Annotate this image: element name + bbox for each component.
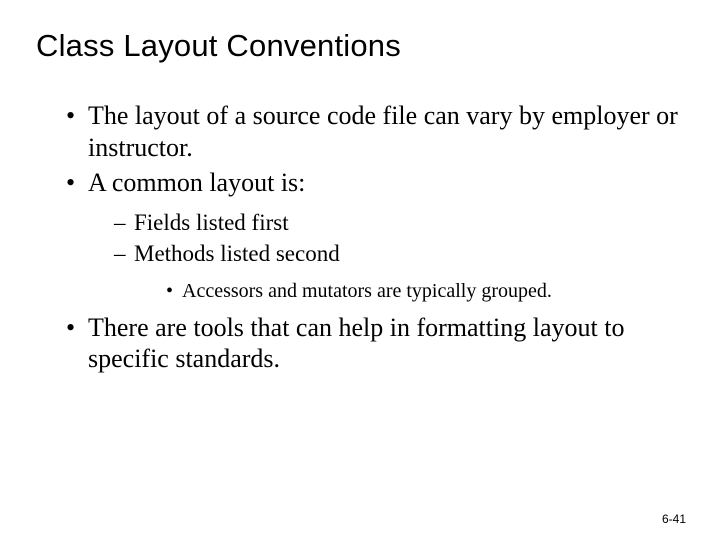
bullet-text: There are tools that can help in formatt…	[88, 313, 624, 374]
sub-bullet-item: Methods listed second Accessors and muta…	[114, 240, 684, 304]
sub-bullet-item: Fields listed first	[114, 209, 684, 238]
slide-number: 6-41	[662, 512, 686, 526]
bullet-item: There are tools that can help in formatt…	[66, 312, 684, 375]
slide-title: Class Layout Conventions	[36, 28, 684, 64]
sub-bullet-list: Fields listed first Methods listed secon…	[88, 209, 684, 304]
subsub-bullet-list: Accessors and mutators are typically gro…	[134, 279, 684, 304]
bullet-text: A common layout is:	[88, 168, 305, 197]
sub-bullet-text: Methods listed second	[134, 241, 340, 266]
slide: Class Layout Conventions The layout of a…	[0, 0, 720, 540]
subsub-bullet-text: Accessors and mutators are typically gro…	[182, 280, 552, 302]
bullet-item: The layout of a source code file can var…	[66, 100, 684, 163]
bullet-list: The layout of a source code file can var…	[36, 100, 684, 375]
bullet-text: The layout of a source code file can var…	[88, 101, 678, 162]
subsub-bullet-item: Accessors and mutators are typically gro…	[166, 279, 684, 304]
sub-bullet-text: Fields listed first	[134, 210, 289, 235]
bullet-item: A common layout is: Fields listed first …	[66, 167, 684, 303]
